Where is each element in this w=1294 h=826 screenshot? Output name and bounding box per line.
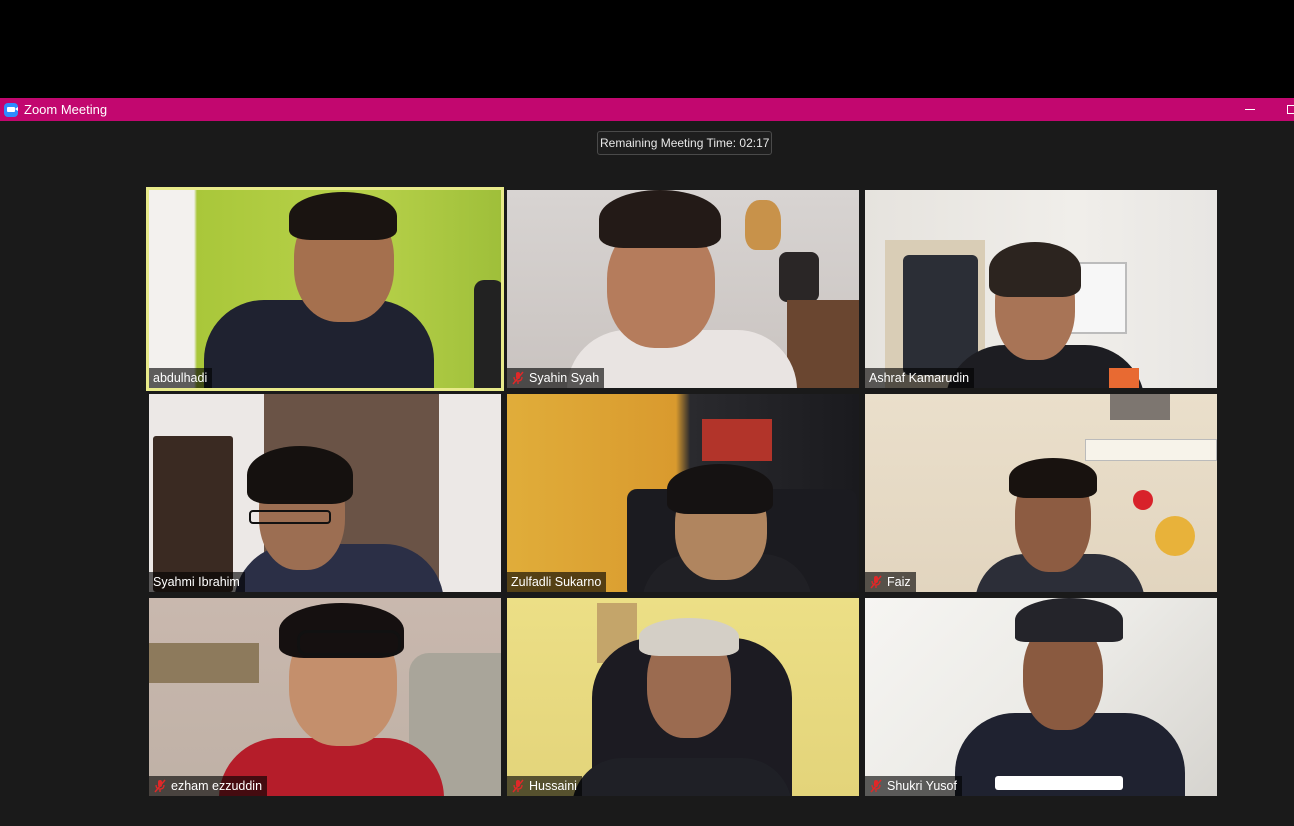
video-tile[interactable]: abdulhadi: [146, 187, 504, 391]
participant-nameplate: Syahmi Ibrahim: [149, 572, 245, 592]
participant-name: Faiz: [887, 575, 911, 589]
video-tile[interactable]: Syahin Syah: [507, 190, 859, 388]
minimize-icon: [1245, 109, 1255, 110]
minimize-button[interactable]: [1235, 98, 1265, 121]
participant-nameplate: Hussaini: [507, 776, 582, 796]
microphone-muted-icon: [870, 575, 882, 589]
video-tile[interactable]: ezham ezzuddin: [149, 598, 501, 796]
video-feed: [507, 190, 859, 388]
participant-name: Ashraf Kamarudin: [869, 371, 970, 385]
microphone-muted-icon: [512, 371, 524, 385]
video-feed: [149, 394, 501, 592]
video-tile[interactable]: Syahmi Ibrahim: [149, 394, 501, 592]
video-feed: [865, 598, 1217, 796]
participant-name: ezham ezzuddin: [171, 779, 263, 793]
participant-nameplate: ezham ezzuddin: [149, 776, 268, 796]
zoom-camera-icon: [4, 102, 18, 117]
maximize-icon: [1286, 105, 1294, 114]
video-tile[interactable]: Hussaini: [507, 598, 859, 796]
participant-name: Syahmi Ibrahim: [153, 575, 240, 589]
video-feed: [149, 190, 501, 388]
microphone-muted-icon: [870, 779, 882, 793]
participant-nameplate: Ashraf Kamarudin: [865, 368, 975, 388]
remaining-time-badge: Remaining Meeting Time: 02:17: [597, 131, 773, 155]
participant-nameplate: abdulhadi: [149, 368, 213, 388]
participant-nameplate: Shukri Yusof: [865, 776, 962, 796]
video-tile[interactable]: Shukri Yusof: [865, 598, 1217, 796]
participant-nameplate: Syahin Syah: [507, 368, 605, 388]
window-titlebar[interactable]: Zoom Meeting: [0, 98, 1294, 121]
video-feed: [865, 190, 1217, 388]
video-feed: [149, 598, 501, 796]
video-tile[interactable]: Zulfadli Sukarno: [507, 394, 859, 592]
participant-name: Zulfadli Sukarno: [511, 575, 602, 589]
microphone-muted-icon: [512, 779, 524, 793]
video-tile[interactable]: Ashraf Kamarudin: [865, 190, 1217, 388]
participant-nameplate: Faiz: [865, 572, 916, 592]
participant-nameplate: Zulfadli Sukarno: [507, 572, 607, 592]
meeting-gallery-view: Remaining Meeting Time: 02:17 abdulhadi …: [0, 121, 1294, 826]
participant-name: Syahin Syah: [529, 371, 600, 385]
video-tile[interactable]: Faiz: [865, 394, 1217, 592]
participant-name: abdulhadi: [153, 371, 208, 385]
video-feed: [507, 598, 859, 796]
video-feed: [865, 394, 1217, 592]
participant-name: Hussaini: [529, 779, 577, 793]
window-title: Zoom Meeting: [24, 102, 108, 117]
maximize-button[interactable]: [1276, 98, 1294, 121]
top-black-bar: [0, 0, 1294, 98]
video-feed: [507, 394, 859, 592]
participant-name: Shukri Yusof: [887, 779, 957, 793]
microphone-muted-icon: [154, 779, 166, 793]
